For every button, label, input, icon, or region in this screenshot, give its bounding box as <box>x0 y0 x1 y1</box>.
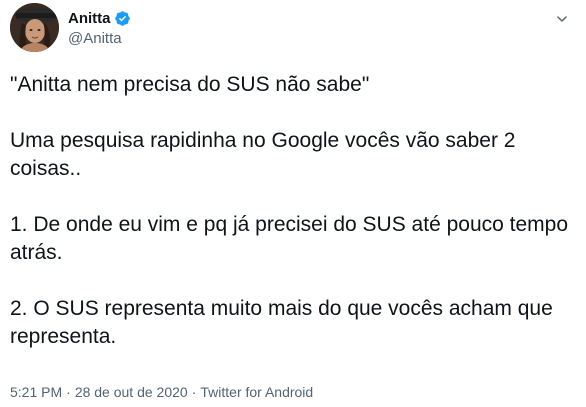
author-name-row[interactable]: Anitta <box>68 9 131 28</box>
author-handle[interactable]: @Anitta <box>68 29 122 48</box>
chevron-down-icon <box>557 16 567 22</box>
tweet-meta: 5:21 PM · 28 de out de 2020 · Twitter fo… <box>10 383 313 401</box>
more-options-button[interactable] <box>552 9 572 29</box>
tweet-timestamp-time[interactable]: 5:21 PM <box>10 383 62 401</box>
meta-separator: · <box>66 384 71 400</box>
avatar-image <box>10 3 59 52</box>
avatar[interactable] <box>10 3 59 52</box>
tweet-timestamp-date[interactable]: 28 de out de 2020 <box>75 383 188 401</box>
tweet-paragraph: 2. O SUS representa muito mais do que vo… <box>10 297 553 348</box>
meta-separator: · <box>191 384 197 400</box>
author-display-name[interactable]: Anitta <box>68 9 111 28</box>
tweet-source-link[interactable]: Twitter for Android <box>200 383 313 401</box>
tweet-text: "Anitta nem precisa do SUS não sabe" Uma… <box>10 71 576 351</box>
tweet-paragraph: 1. De onde eu vim e pq já precisei do SU… <box>10 213 568 264</box>
tweet-paragraph: Uma pesquisa rapidinha no Google vocês v… <box>10 129 516 180</box>
tweet-paragraph: "Anitta nem precisa do SUS não sabe" <box>10 73 370 96</box>
verified-badge-icon <box>114 10 131 27</box>
tweet-card: Anitta @Anitta "Anitta nem precisa do SU… <box>0 0 586 407</box>
